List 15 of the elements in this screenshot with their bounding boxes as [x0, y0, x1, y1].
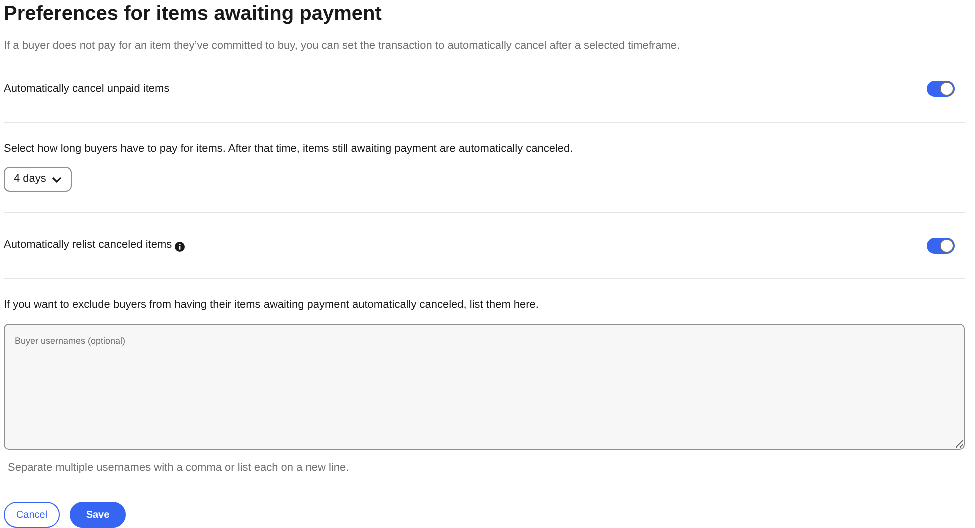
- usernames-field[interactable]: Buyer usernames (optional): [4, 324, 965, 450]
- save-button[interactable]: Save: [70, 502, 126, 528]
- instruction-text: If you want to exclude buyers from having their items awaiting payment automatically canceled, list them here.: [4, 298, 540, 313]
- info-icon[interactable]: [175, 242, 186, 252]
- help-text: Separate multiple usernames with a comma or list each on a new line.: [8, 460, 350, 476]
- timeframe-dropdown[interactable]: 4 days: [4, 167, 72, 192]
- toggle-switch[interactable]: [927, 81, 955, 97]
- description: If a buyer does not pay for an item they’ve committed to buy, you can set the transaction to automatically cancel after a selected timeframe.: [4, 39, 682, 54]
- page-title: Preferences for items awaiting payment: [4, 2, 383, 27]
- cancel-button[interactable]: Cancel: [4, 502, 60, 528]
- chevron-down-icon: [52, 176, 62, 182]
- toggle-switch[interactable]: [927, 238, 955, 254]
- setting-label: Automatically cancel unpaid items: [4, 82, 170, 97]
- setting-label: Automatically relist canceled items: [4, 238, 172, 254]
- instruction-text: Select how long buyers have to pay for items. After that time, items still awaiting payment are automatically canceled.: [4, 142, 574, 156]
